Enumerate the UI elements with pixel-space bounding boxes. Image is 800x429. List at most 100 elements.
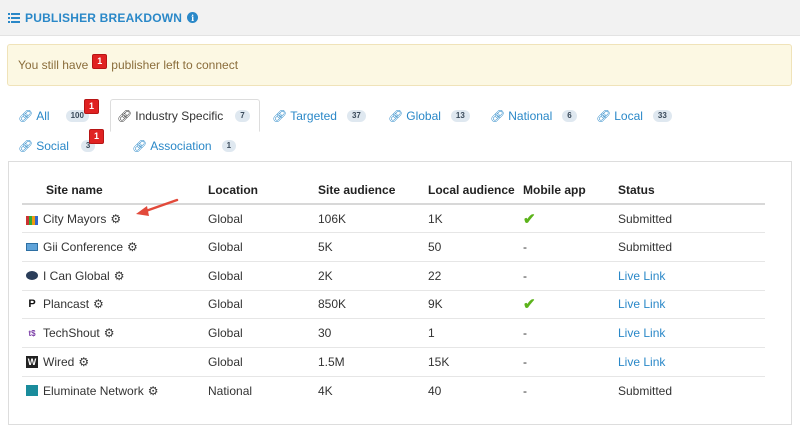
location-cell: National [208, 383, 253, 398]
link-icon: 🔗︎ [117, 108, 133, 123]
column-header-status[interactable]: Status [614, 177, 765, 205]
tab-label: Global [406, 109, 441, 123]
tab-count: 1 [221, 140, 237, 152]
link-icon: 🔗︎ [18, 139, 34, 153]
site-name[interactable]: Eluminate Network [43, 384, 144, 398]
local-audience-cell: 1 [424, 318, 519, 348]
local-audience-cell: 15K [424, 347, 519, 377]
tab-alert-badge: 1 [89, 129, 105, 144]
location-cell: Global [204, 290, 314, 320]
tab-all[interactable]: 🔗︎ All 100 1 [12, 99, 100, 131]
gii-conference-favicon [26, 243, 38, 252]
site-audience-cell: 2K [314, 261, 424, 291]
location-cell: Global [204, 347, 314, 377]
gear-icon[interactable]: ⚙ [110, 212, 121, 226]
gear-icon[interactable]: ⚙ [114, 269, 125, 283]
table-row: W Wired ⚙ Global 1.5M 15K - Live Link [22, 347, 765, 377]
tab-label: Association [150, 139, 212, 153]
link-icon: 🔗︎ [18, 109, 34, 123]
location-cell: Global [204, 318, 314, 348]
site-name[interactable]: I Can Global [43, 269, 110, 283]
site-name[interactable]: TechShout [43, 326, 100, 340]
live-link[interactable]: Live Link [618, 355, 665, 369]
i-can-global-favicon [26, 271, 38, 281]
table-row: P Plancast ⚙ Global 850K 9K ✔ Live Link [22, 290, 765, 320]
tab-local[interactable]: 🔗︎ Local 33 [590, 101, 678, 131]
tab-social[interactable]: 🔗︎ Social 3 1 [12, 129, 105, 161]
mobile-app-cell: - [519, 318, 614, 348]
live-link[interactable]: Live Link [618, 297, 665, 311]
status-cell: Submitted [614, 232, 765, 262]
gear-icon[interactable]: ⚙ [148, 384, 159, 398]
local-audience-cell: 50 [424, 232, 519, 262]
list-icon [8, 12, 20, 23]
site-name[interactable]: Gii Conference [43, 240, 123, 254]
location-cell: Global [204, 261, 314, 291]
table-row: t$ TechShout ⚙ Global 30 1 - Live Link [22, 318, 765, 348]
status-cell: Submitted [618, 383, 673, 398]
alert-count-badge: 1 [92, 53, 108, 69]
site-audience-cell: 106K [314, 204, 424, 234]
site-audience-cell: 4K [318, 383, 333, 398]
tab-alert-badge: 1 [84, 99, 100, 114]
checkmark-icon: ✔ [523, 210, 536, 228]
gear-icon[interactable]: ⚙ [93, 297, 104, 311]
link-icon: 🔗︎ [272, 109, 288, 123]
tab-label: All [36, 109, 50, 123]
tab-association[interactable]: 🔗︎ Association 1 [126, 131, 242, 161]
gear-icon[interactable]: ⚙ [104, 326, 115, 340]
alert-text-before: You still have [18, 58, 89, 72]
site-name[interactable]: Plancast [43, 297, 89, 311]
panel-title: PUBLISHER BREAKDOWN [25, 10, 183, 25]
column-header-mobile-app[interactable]: Mobile app [519, 177, 614, 205]
status-cell: Submitted [614, 204, 765, 234]
local-audience-cell: 1K [424, 204, 519, 234]
tab-count: 37 [346, 110, 366, 122]
mobile-app-cell: - [519, 347, 614, 377]
city-mayors-favicon [26, 215, 38, 225]
live-link[interactable]: Live Link [618, 326, 665, 340]
tab-label: Industry Specific [135, 108, 224, 123]
alert-text-after: publisher left to connect [111, 58, 239, 72]
location-cell: Global [204, 232, 314, 262]
live-link[interactable]: Live Link [618, 269, 665, 283]
link-icon: 🔗︎ [596, 109, 612, 123]
tab-national[interactable]: 🔗︎ National 6 [484, 101, 583, 131]
site-audience-cell: 5K [314, 232, 424, 262]
column-header-location[interactable]: Location [204, 177, 314, 205]
local-audience-cell: 22 [424, 261, 519, 291]
tab-industry-specific[interactable]: 🔗︎ Industry Specific 7 [110, 99, 260, 132]
mobile-app-cell: - [519, 232, 614, 262]
tab-targeted[interactable]: 🔗︎ Targeted 37 [266, 101, 372, 131]
table-row: Eluminate Network ⚙ National 4K 40 - Subm… [22, 376, 765, 405]
tab-bar: 🔗︎ All 100 1 🔗︎ Industry Specific 7 🔗︎ T… [0, 99, 800, 161]
tab-label: Local [614, 109, 643, 123]
gear-icon[interactable]: ⚙ [127, 240, 138, 254]
techshout-favicon: t$ [28, 328, 36, 338]
eluminate-network-favicon [26, 385, 38, 397]
column-header-site-audience[interactable]: Site audience [314, 177, 424, 205]
gear-icon[interactable]: ⚙ [78, 355, 89, 369]
local-audience-cell: 40 [428, 383, 442, 398]
mobile-app-cell: - [523, 383, 527, 398]
column-header-local-audience[interactable]: Local audience [424, 177, 519, 205]
site-audience-cell: 30 [314, 318, 424, 348]
link-icon: 🔗︎ [132, 139, 148, 153]
link-icon: 🔗︎ [490, 109, 506, 123]
alert-banner: You still have 1 publisher left to conne… [7, 44, 792, 86]
tab-label: Social [36, 139, 69, 153]
info-icon[interactable]: i [187, 12, 199, 23]
tab-global[interactable]: 🔗︎ Global 13 [382, 101, 476, 131]
tab-count: 6 [562, 110, 577, 122]
site-audience-cell: 850K [314, 290, 424, 320]
tab-label: Targeted [290, 109, 337, 123]
tab-count: 7 [235, 109, 250, 122]
site-name[interactable]: City Mayors [43, 212, 106, 226]
plancast-favicon: P [28, 298, 36, 311]
site-audience-cell: 1.5M [314, 347, 424, 377]
annotation-arrow [136, 198, 179, 216]
site-name[interactable]: Wired [43, 355, 74, 369]
table-row: I Can Global ⚙ Global 2K 22 - Live Link [22, 261, 765, 291]
tab-count: 33 [652, 110, 672, 122]
location-cell: Global [204, 204, 314, 234]
